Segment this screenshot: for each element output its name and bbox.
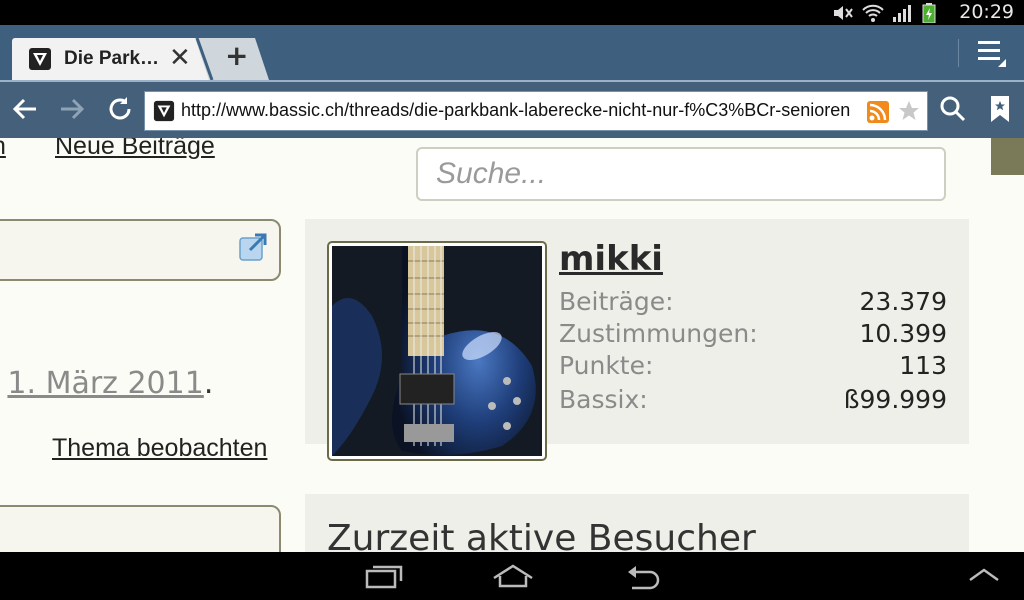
search-input[interactable]: Suche... <box>416 147 946 201</box>
bookmarks-icon[interactable] <box>988 94 1012 124</box>
battery-icon <box>922 3 936 23</box>
status-bar: 20:29 <box>0 0 1024 25</box>
watch-thread-link[interactable]: Thema beobachten <box>52 434 267 463</box>
tab-title: Die Park… <box>64 48 160 69</box>
url-favicon-icon <box>153 100 175 122</box>
thread-date-link[interactable]: 1. März 2011 <box>7 366 203 401</box>
status-time: 20:29 <box>959 1 1014 23</box>
stat-row-points: Punkte: 113 <box>559 351 947 380</box>
browser-tab[interactable]: Die Park… ✕ <box>12 38 212 80</box>
status-icons <box>832 3 936 23</box>
stat-value: 113 <box>899 351 947 380</box>
stat-label: Bassix: <box>559 385 648 414</box>
stat-label: Punkte: <box>559 351 654 380</box>
recent-apps-icon[interactable] <box>364 562 404 590</box>
stat-value: ß99.999 <box>843 385 947 414</box>
mute-icon <box>834 6 853 20</box>
bass-guitar-image <box>332 246 542 456</box>
forward-icon[interactable] <box>57 94 87 124</box>
avatar[interactable] <box>327 241 547 461</box>
reply-panel <box>0 505 281 552</box>
back-icon[interactable] <box>10 94 40 124</box>
stat-row-likes: Zustimmungen: 10.399 <box>559 319 947 348</box>
stat-label: Beiträge: <box>559 287 674 316</box>
web-page: n Neue Beiträge Suche... l, 1. März 2011… <box>0 138 1024 552</box>
menu-icon[interactable] <box>976 39 1008 67</box>
stat-row-bassix: Bassix: ß99.999 <box>559 385 947 414</box>
new-tab-button[interactable]: + <box>200 38 268 80</box>
search-icon[interactable] <box>938 94 968 124</box>
system-nav-bar <box>0 552 1024 600</box>
stat-row-posts: Beiträge: 23.379 <box>559 287 947 316</box>
signal-icon <box>893 5 911 22</box>
username-link[interactable]: mikki <box>559 239 663 279</box>
active-visitors-card: Zurzeit aktive Besucher <box>305 494 969 552</box>
stat-value: 23.379 <box>859 287 947 316</box>
user-card: mikki Beiträge: 23.379 Zustimmungen: 10.… <box>305 219 969 461</box>
rss-icon[interactable] <box>867 101 889 123</box>
stat-label: Zustimmungen: <box>559 319 758 348</box>
new-posts-link[interactable]: Neue Beiträge <box>55 138 215 161</box>
search-placeholder: Suche... <box>436 157 547 190</box>
external-link-icon[interactable] <box>238 232 268 262</box>
thread-date-line: l, 1. März 2011. <box>0 366 213 401</box>
scrollbar-thumb[interactable] <box>991 138 1024 175</box>
stat-value: 10.399 <box>859 319 947 348</box>
nav-link-cut[interactable]: n <box>0 138 6 161</box>
url-field[interactable]: http://www.bassic.ch/threads/die-parkban… <box>144 91 928 131</box>
home-icon[interactable] <box>490 562 536 590</box>
chevron-up-icon[interactable] <box>966 562 1002 590</box>
menu-divider <box>958 39 959 67</box>
wifi-icon <box>862 4 884 22</box>
plus-icon: + <box>225 39 249 72</box>
tab-bar: Die Park… ✕ + <box>0 25 1024 80</box>
star-icon[interactable] <box>897 99 921 123</box>
date-end: . <box>203 366 214 401</box>
back-system-icon[interactable] <box>624 562 664 590</box>
site-favicon-icon <box>29 48 51 70</box>
tab-close-button[interactable]: ✕ <box>169 43 191 73</box>
url-text: http://www.bassic.ch/threads/die-parkban… <box>181 100 851 120</box>
active-visitors-title: Zurzeit aktive Besucher <box>327 518 756 552</box>
address-bar: http://www.bassic.ch/threads/die-parkban… <box>0 80 1024 138</box>
reload-icon[interactable] <box>105 94 135 124</box>
avatar-image <box>332 246 542 456</box>
